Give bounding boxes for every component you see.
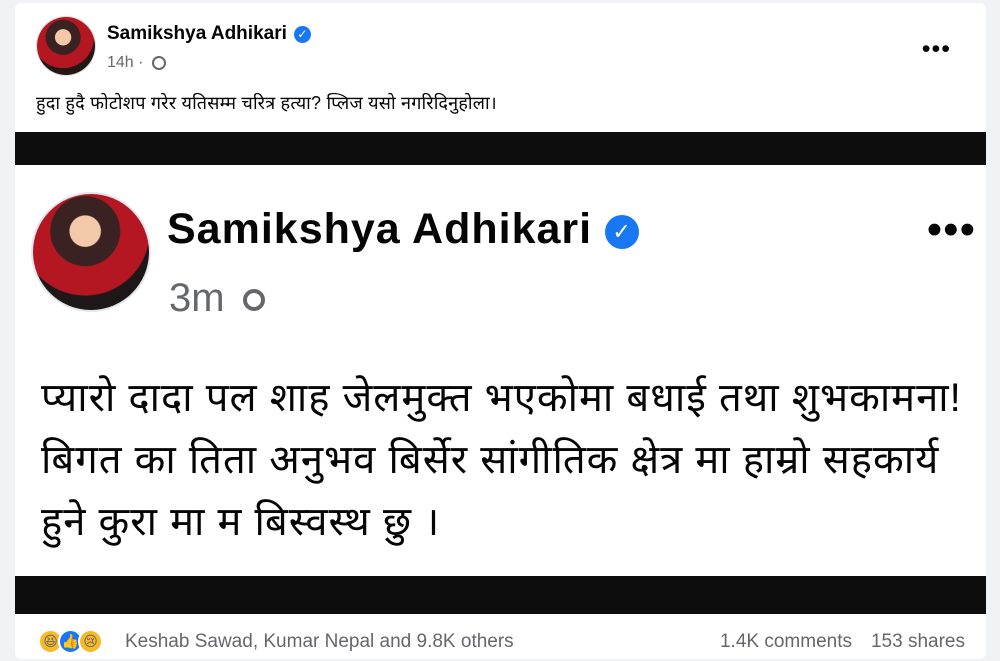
post-time[interactable]: 14h	[107, 54, 134, 71]
shared-post-screenshot[interactable]: Samikshya Adhikari ✓ 3m ••• प्यारो दादा प…	[15, 165, 986, 576]
more-options-icon[interactable]: •••	[922, 35, 951, 64]
shared-globe-icon	[242, 289, 265, 311]
facebook-post: Samikshya Adhikari ✓ 14h · ••• हुदा हुदै …	[15, 3, 986, 659]
comments-count[interactable]: 1.4K comments	[720, 631, 852, 652]
shared-author-name: Samikshya Adhikari	[167, 205, 593, 253]
shared-post-author: Samikshya Adhikari ✓	[167, 205, 640, 254]
post-caption: हुदा हुदै फोटोशप गरेर यतिसम्म चरित्र हत्…	[36, 93, 497, 113]
profile-avatar[interactable]	[37, 17, 95, 75]
shared-post-body: प्यारो दादा पल शाह जेलमुक्त भएकोमा बधाई …	[41, 376, 962, 544]
globe-icon	[151, 56, 166, 70]
reaction-icons[interactable]: 😆 👍 😢	[38, 629, 103, 654]
shared-post-metadata: 3m	[169, 276, 265, 321]
shares-count[interactable]: 153 shares	[871, 631, 965, 652]
image-bottom-border	[15, 576, 986, 614]
post-author[interactable]: Samikshya Adhikari ✓	[107, 23, 311, 45]
shared-post-time: 3m	[169, 276, 225, 320]
post-engagement-footer: 😆 👍 😢 Keshab Sawad, Kumar Nepal and 9.8K…	[15, 614, 986, 659]
image-top-border	[15, 132, 986, 165]
shared-profile-avatar	[33, 194, 149, 310]
shared-verified-badge-icon: ✓	[605, 215, 640, 249]
author-name[interactable]: Samikshya Adhikari	[107, 23, 287, 44]
shared-more-options-icon: •••	[926, 205, 976, 254]
verified-badge-icon: ✓	[293, 26, 311, 43]
sad-icon: 😢	[78, 629, 103, 654]
engagement-stats: 1.4K comments 153 shares	[720, 631, 965, 653]
post-metadata: 14h ·	[107, 54, 166, 72]
reaction-count[interactable]: Keshab Sawad, Kumar Nepal and 9.8K other…	[125, 631, 514, 653]
